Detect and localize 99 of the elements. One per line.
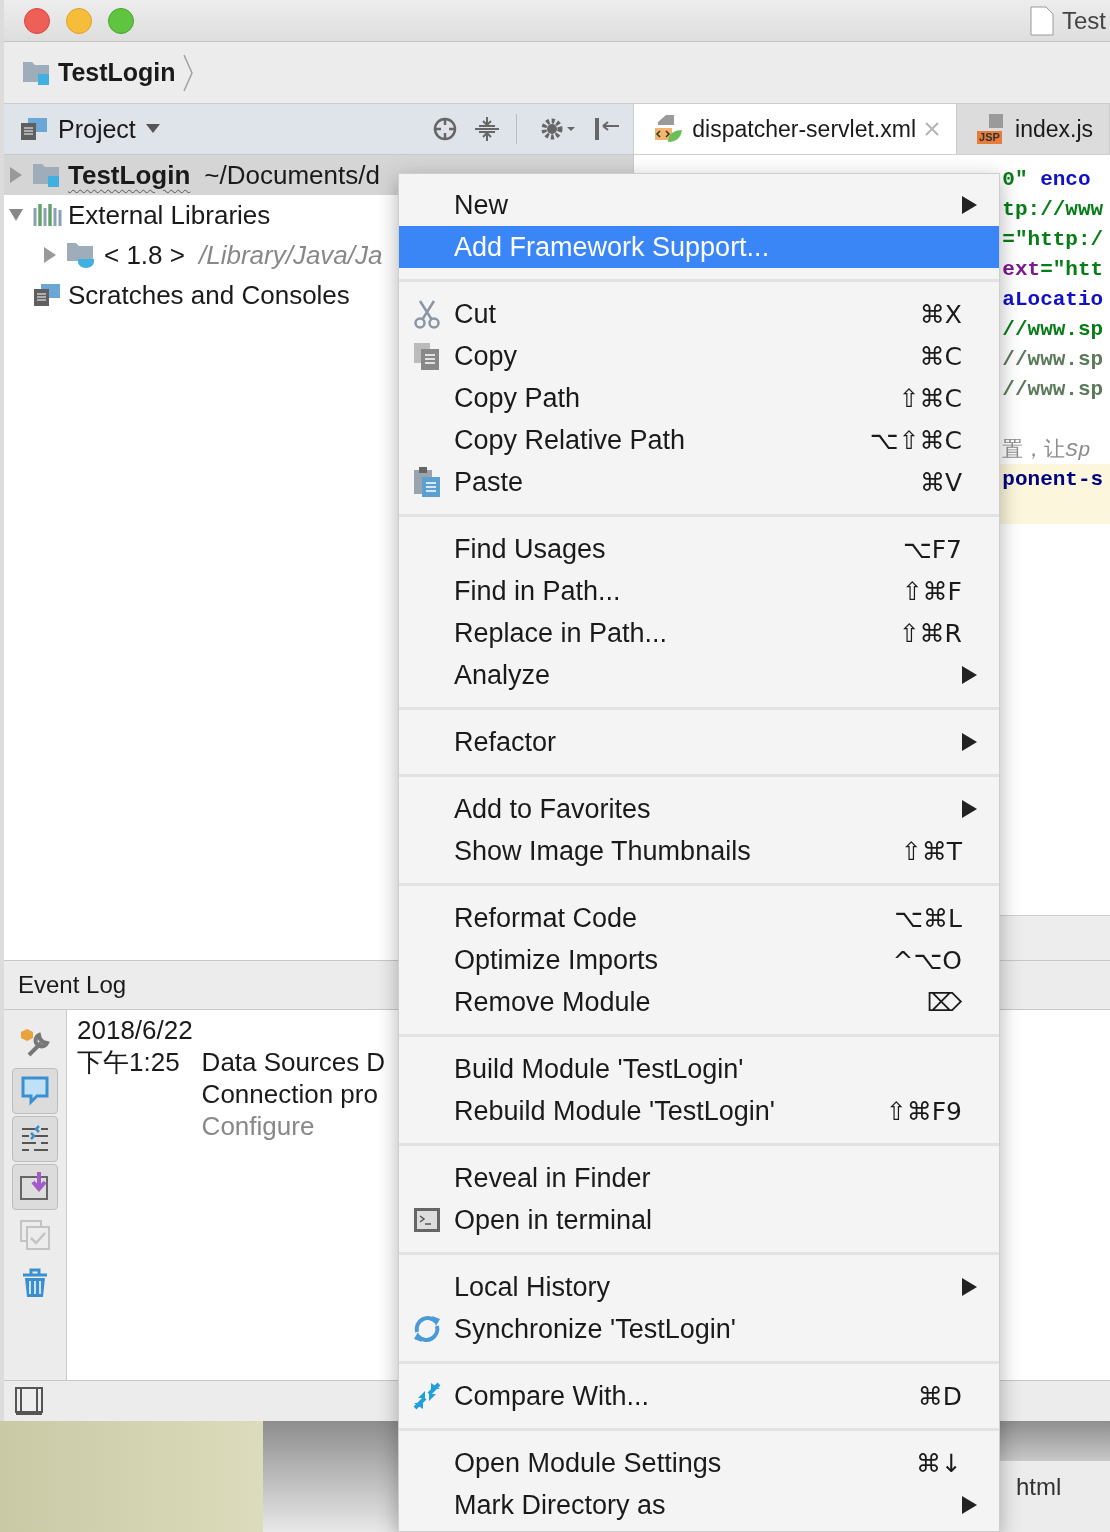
menu-item[interactable]: Cut ⌘X: [399, 293, 999, 335]
menu-item[interactable]: Copy ⌘C: [399, 335, 999, 377]
shortcut-text: ⇧⌘T: [900, 836, 962, 866]
code-line: 0" enco: [1002, 167, 1091, 191]
editor-tab[interactable]: JSP index.js: [957, 104, 1110, 154]
menu-item[interactable]: Build Module 'TestLogin': [399, 1048, 999, 1090]
menu-item[interactable]: Find in Path... ⇧⌘F: [399, 570, 999, 612]
module-folder-icon: [32, 162, 62, 188]
menu-item[interactable]: Copy Relative Path ⌥⇧⌘C: [399, 419, 999, 461]
collapsed-arrow-icon[interactable]: [44, 247, 56, 263]
menu-item[interactable]: Reveal in Finder: [399, 1157, 999, 1199]
editor-tab[interactable]: dispatcher-servlet.xml: [634, 104, 957, 154]
menu-item[interactable]: Remove Module ⌦: [399, 981, 999, 1023]
code-line: //www.sp: [1002, 347, 1104, 371]
shortcut-text: ⇧⌘R: [898, 618, 962, 648]
view-selector[interactable]: Project: [58, 114, 136, 144]
menu-item[interactable]: Show Image Thumbnails ⇧⌘T: [399, 830, 999, 872]
trash-icon: [20, 1267, 50, 1299]
scissors-icon: [411, 299, 442, 329]
menu-item[interactable]: Compare With... ⌘D: [399, 1375, 999, 1417]
shortcut-text: ⇧⌘F9: [885, 1096, 962, 1126]
compare-arrows-icon: [411, 1381, 442, 1411]
crosshair-icon[interactable]: [432, 116, 459, 142]
menu-item[interactable]: Mark Directory as: [399, 1484, 999, 1526]
sync-icon: [411, 1314, 442, 1344]
code-line: ponent-s: [1002, 467, 1104, 491]
menu-item[interactable]: Analyze: [399, 654, 999, 696]
shortcut-text: ⌦: [926, 987, 962, 1017]
terminal-icon: [412, 1207, 441, 1233]
copy-icon: [411, 341, 442, 371]
collapsed-arrow-icon[interactable]: [10, 167, 22, 183]
chevron-icon: [181, 52, 194, 93]
document-icon: [1030, 5, 1054, 36]
clipboard-icon: [411, 466, 442, 498]
path-text: /Library/Java/Ja: [198, 239, 383, 271]
shortcut-text: ⌥⇧⌘C: [869, 425, 962, 455]
code-line: ext="htt: [1002, 257, 1104, 281]
code-line: //www.sp: [1002, 377, 1104, 401]
caret-icon: [145, 124, 160, 134]
menu-item[interactable]: Refactor: [399, 721, 999, 763]
tab-label: html: [1015, 1472, 1063, 1501]
project-view-icon: [20, 117, 48, 141]
code-line: aLocatio: [1002, 287, 1104, 311]
menu-item[interactable]: Open in terminal: [399, 1199, 999, 1241]
hide-panel-icon[interactable]: [593, 116, 622, 142]
speech-bubble-icon: [19, 1075, 51, 1107]
menu-item[interactable]: Copy Path ⇧⌘C: [399, 377, 999, 419]
shortcut-text: ⇧⌘C: [898, 383, 962, 413]
window-title: Test: [1062, 6, 1106, 35]
minimize-window-button[interactable]: [66, 7, 92, 34]
code-line: ="http:/: [1002, 227, 1104, 251]
menu-item[interactable]: Find Usages ⌥F7: [399, 528, 999, 570]
log-date: 2018/6/22: [77, 1014, 194, 1046]
code-line: 置，让Sp: [1002, 437, 1091, 463]
menu-item[interactable]: Open Module Settings ⌘↓: [399, 1442, 999, 1484]
close-icon[interactable]: [924, 121, 940, 137]
layout-icon[interactable]: [14, 1386, 44, 1416]
shortcut-text: ^⌥O: [892, 945, 962, 975]
module-folder-icon: [22, 59, 52, 86]
panel-title: Event Log: [18, 971, 127, 999]
menu-item[interactable]: Optimize Imports ^⌥O: [399, 939, 999, 981]
toolbar-button[interactable]: [12, 1068, 58, 1114]
menu-item[interactable]: Add to Favorites: [399, 788, 999, 830]
shortcut-text: ⌘V: [919, 467, 962, 497]
shortcut-text: ⌘X: [919, 299, 962, 329]
shortcut-text: ⌘C: [919, 341, 962, 371]
expanded-arrow-icon[interactable]: [9, 209, 23, 221]
code-line: tp://www: [1002, 197, 1104, 221]
menu-item[interactable]: Rebuild Module 'TestLogin' ⇧⌘F9: [399, 1090, 999, 1132]
shortcut-text: ⌥F7: [902, 534, 962, 564]
menu-item[interactable]: Synchronize 'TestLogin': [399, 1308, 999, 1350]
menu-item[interactable]: Add Framework Support...: [399, 226, 999, 268]
shortcut-text: ⌘↓: [916, 1448, 962, 1478]
breadcrumb-item[interactable]: TestLogin: [58, 58, 176, 87]
menu-item[interactable]: Reformat Code ⌥⌘L: [399, 897, 999, 939]
configure-link[interactable]: Configure: [201, 1110, 386, 1142]
import-icon: [19, 1171, 51, 1203]
toolbar-button[interactable]: [12, 1116, 58, 1162]
library-icon: [32, 202, 62, 228]
shortcut-text: ⇧⌘F: [901, 576, 962, 606]
log-message: Data Sources D: [201, 1046, 386, 1078]
scratches-icon: [32, 283, 62, 307]
log-time: 下午1:25: [77, 1046, 180, 1079]
toolbar-button[interactable]: [12, 1164, 58, 1210]
menu-item[interactable]: Replace in Path... ⇧⌘R: [399, 612, 999, 654]
zoom-window-button[interactable]: [108, 7, 134, 34]
path-text: ~/Documents/d: [204, 159, 380, 191]
code-line: //www.sp: [1002, 317, 1104, 341]
checkbox-icon: [19, 1219, 51, 1251]
shortcut-text: ⌘D: [917, 1381, 962, 1411]
menu-item[interactable]: Local History: [399, 1266, 999, 1308]
wrench-icon: [19, 1027, 51, 1059]
log-message: Connection pro: [201, 1078, 379, 1110]
close-window-button[interactable]: [24, 7, 50, 34]
collapse-all-icon[interactable]: [474, 116, 501, 142]
shortcut-text: ⌥⌘L: [894, 903, 962, 933]
menu-item[interactable]: Paste ⌘V: [399, 461, 999, 503]
settings-icon[interactable]: [539, 116, 578, 142]
xml-file-icon: [654, 114, 685, 144]
